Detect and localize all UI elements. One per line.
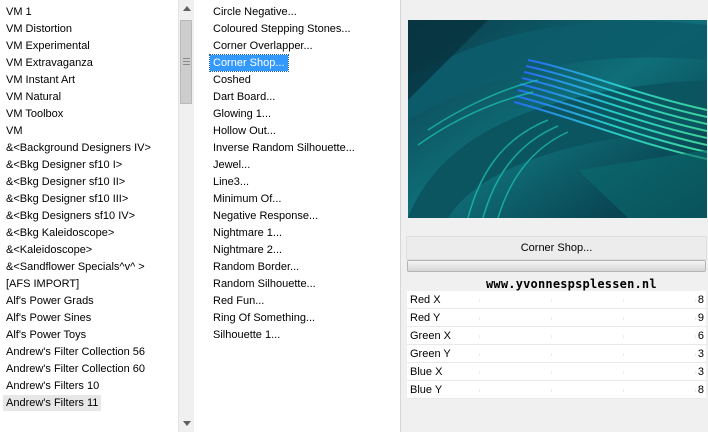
category-item[interactable]: VM Toolbox xyxy=(3,106,66,122)
filter-item[interactable]: Jewel... xyxy=(210,157,253,173)
category-item[interactable]: VM Distortion xyxy=(3,21,75,37)
category-item[interactable]: &<Bkg Designer sf10 II> xyxy=(3,174,128,190)
category-item[interactable]: VM Instant Art xyxy=(3,72,78,88)
filter-name-label: Corner Shop... xyxy=(520,242,593,254)
category-item[interactable]: &<Kaleidoscope> xyxy=(3,242,95,258)
param-row[interactable]: Green X 6 xyxy=(407,327,706,345)
filter-item[interactable]: Inverse Random Silhouette... xyxy=(210,140,358,156)
param-name: Red Y xyxy=(410,312,441,324)
scrollbar-thumb[interactable] xyxy=(180,20,192,104)
category-list-pane: VM 1 VM Distortion VM Experimental VM Extra… xyxy=(0,0,194,432)
param-row[interactable]: Blue Y 8 xyxy=(407,381,706,399)
param-value[interactable]: 3 xyxy=(698,345,704,363)
param-row[interactable]: Blue X 3 xyxy=(407,363,706,381)
category-item[interactable]: &<Bkg Kaleidoscope> xyxy=(3,225,117,241)
filter-item[interactable]: Glowing 1... xyxy=(210,106,274,122)
category-item[interactable]: Alf's Power Grads xyxy=(3,293,97,309)
param-slider-track[interactable] xyxy=(479,299,696,302)
category-item[interactable]: Andrew's Filters 10 xyxy=(3,378,102,394)
filter-settings-panel: Corner Shop... www.yvonnespsplessen.nl R… xyxy=(401,0,708,432)
param-row[interactable]: Red X 8 xyxy=(407,291,706,309)
category-item[interactable]: Alf's Power Toys xyxy=(3,327,89,343)
category-item[interactable]: VM Experimental xyxy=(3,38,93,54)
filter-item[interactable]: Negative Response... xyxy=(210,208,321,224)
filter-item[interactable]: Nightmare 1... xyxy=(210,225,285,241)
filter-item[interactable]: Line3... xyxy=(210,174,252,190)
grip-icon xyxy=(183,58,190,65)
scroll-down-arrow-icon[interactable] xyxy=(179,415,194,432)
progress-bar xyxy=(407,260,706,272)
filter-item[interactable]: Red Fun... xyxy=(210,293,267,309)
param-value[interactable]: 9 xyxy=(698,309,704,327)
param-slider-track[interactable] xyxy=(479,389,696,392)
filter-item[interactable]: Circle Negative... xyxy=(210,4,300,20)
filter-item[interactable]: Coloured Stepping Stones... xyxy=(210,21,354,37)
category-item[interactable]: &<Sandflower Specials^v^ > xyxy=(3,259,148,275)
param-slider-track[interactable] xyxy=(479,317,696,320)
category-item[interactable]: Andrew's Filter Collection 60 xyxy=(3,361,148,377)
filter-list[interactable]: Circle Negative... Coloured Stepping Ston… xyxy=(203,0,401,432)
filter-name-button[interactable]: Corner Shop... xyxy=(406,236,707,260)
filter-item[interactable]: Nightmare 2... xyxy=(210,242,285,258)
filter-item[interactable]: Ring Of Something... xyxy=(210,310,318,326)
param-name: Blue X xyxy=(410,366,443,378)
param-name: Green X xyxy=(410,330,451,342)
scroll-up-arrow-icon[interactable] xyxy=(179,0,194,17)
category-item[interactable]: [AFS IMPORT] xyxy=(3,276,82,292)
category-item[interactable]: &<Bkg Designer sf10 I> xyxy=(3,157,125,173)
param-name: Red X xyxy=(410,294,441,306)
param-name: Green Y xyxy=(410,348,451,360)
progress-fill xyxy=(408,261,705,271)
category-list[interactable]: VM 1 VM Distortion VM Experimental VM Extra… xyxy=(0,0,178,432)
filter-item[interactable]: Dart Board... xyxy=(210,89,278,105)
category-item[interactable]: &<Background Designers IV> xyxy=(3,140,154,156)
category-item[interactable]: Andrew's Filter Collection 56 xyxy=(3,344,148,360)
param-value[interactable]: 6 xyxy=(698,327,704,345)
param-value[interactable]: 3 xyxy=(698,363,704,381)
category-item[interactable]: VM 1 xyxy=(3,4,35,20)
param-value[interactable]: 8 xyxy=(698,291,704,309)
category-scrollbar[interactable] xyxy=(178,0,194,432)
filter-item[interactable]: Hollow Out... xyxy=(210,123,279,139)
param-slider-track[interactable] xyxy=(479,335,696,338)
category-item[interactable]: Andrew's Filters 11 xyxy=(3,395,102,411)
param-slider-track[interactable] xyxy=(479,371,696,374)
category-item[interactable]: &<Bkg Designer sf10 III> xyxy=(3,191,131,207)
param-row[interactable]: Green Y 3 xyxy=(407,345,706,363)
category-item[interactable]: VM xyxy=(3,123,26,139)
filter-preview-image xyxy=(408,20,707,218)
param-name: Blue Y xyxy=(410,384,443,396)
filter-item[interactable]: Minimum Of... xyxy=(210,191,284,207)
filter-item[interactable]: Coshed xyxy=(210,72,254,88)
param-row[interactable]: Red Y 9 xyxy=(407,309,706,327)
category-item[interactable]: Alf's Power Sines xyxy=(3,310,94,326)
category-item[interactable]: &<Bkg Designers sf10 IV> xyxy=(3,208,138,224)
category-item[interactable]: VM Natural xyxy=(3,89,64,105)
param-slider-track[interactable] xyxy=(479,353,696,356)
category-item[interactable]: VM Extravaganza xyxy=(3,55,96,71)
filter-item[interactable]: Corner Overlapper... xyxy=(210,38,316,54)
filter-item-selected[interactable]: Corner Shop... xyxy=(209,54,289,72)
filter-item[interactable]: Silhouette 1... xyxy=(210,327,283,343)
param-value[interactable]: 8 xyxy=(698,381,704,399)
filter-item[interactable]: Random Border... xyxy=(210,259,302,275)
filter-item[interactable]: Random Silhouette... xyxy=(210,276,319,292)
